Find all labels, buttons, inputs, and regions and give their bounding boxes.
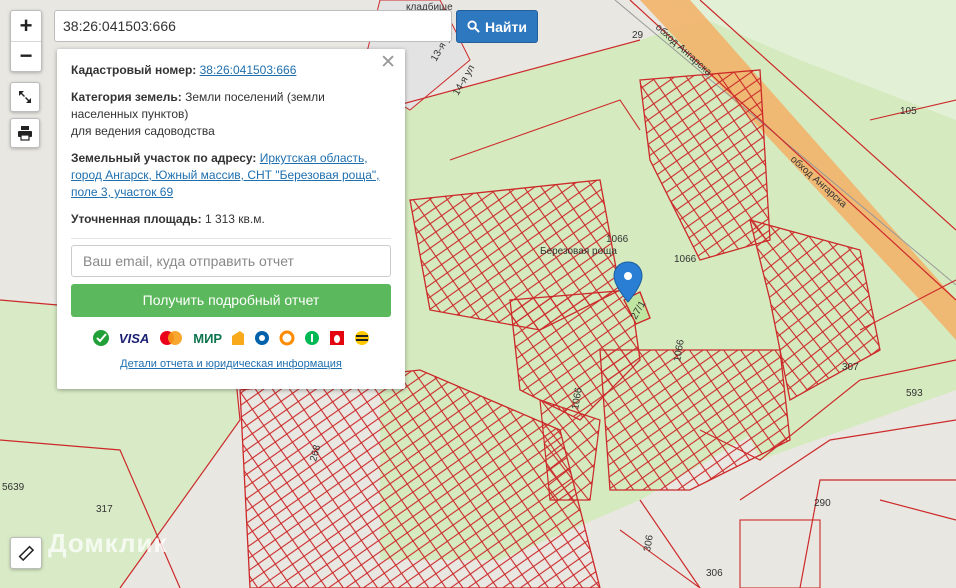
zoom-out-button[interactable]: −: [11, 40, 41, 71]
print-button[interactable]: [10, 118, 40, 148]
search-input[interactable]: 38:26:041503:666: [54, 10, 452, 42]
expand-icon: [19, 91, 31, 103]
parcel-info-panel: ✕ Кадастровый номер: 38:26:041503:666 Ка…: [57, 49, 405, 389]
parcel-number: 593: [906, 388, 923, 399]
category-value: для ведения садоводства: [71, 124, 215, 138]
parcel-number: 29: [632, 30, 644, 41]
category-value: Земли поселений (земли: [185, 90, 325, 104]
beeline-icon: [354, 330, 370, 346]
qiwi-icon: [279, 330, 295, 346]
sberbank-icon: [92, 329, 110, 347]
report-details-link[interactable]: Детали отчета и юридическая информация: [120, 358, 342, 370]
email-field[interactable]: Ваш email, куда отправить отчет: [71, 245, 391, 277]
cadastral-label: Кадастровый номер:: [71, 63, 197, 77]
zoom-in-button[interactable]: +: [11, 12, 41, 41]
area-label: Уточненная площадь:: [71, 212, 202, 226]
megafon-icon: [304, 330, 320, 346]
address-link[interactable]: Иркутская область,: [260, 151, 368, 165]
ruler-icon: [18, 545, 35, 562]
category-label: Категория земель:: [71, 90, 182, 104]
webmoney-icon: [254, 330, 270, 346]
mastercard-icon: [158, 330, 184, 346]
get-report-button[interactable]: Получить подробный отчет: [71, 284, 391, 317]
category-value: населенных пунктов): [71, 107, 189, 121]
printer-icon: [18, 126, 32, 141]
mir-icon: МИР: [193, 330, 223, 346]
mts-icon: [329, 330, 345, 346]
cadastral-number-row: Кадастровый номер: 38:26:041503:666: [71, 62, 391, 79]
parcel-number: 307: [842, 362, 859, 373]
fullscreen-button[interactable]: [10, 82, 40, 112]
cadastral-number-link[interactable]: 38:26:041503:666: [200, 63, 297, 77]
search-button-label: Найти: [485, 18, 527, 35]
search-icon: [467, 20, 480, 33]
search-button[interactable]: Найти: [456, 10, 538, 43]
land-category-row: Категория земель: Земли поселений (земли…: [71, 89, 391, 140]
measure-button[interactable]: [10, 537, 42, 569]
brand-watermark: Домклик: [48, 528, 168, 558]
area-row: Уточненная площадь: 1 313 кв.м.: [71, 211, 391, 228]
parcel-number: 1066: [674, 254, 697, 265]
close-icon[interactable]: ✕: [380, 53, 396, 72]
area-value: 1 313 кв.м.: [204, 212, 265, 226]
address-link[interactable]: город Ангарск, Южный массив, СНТ "Березо…: [71, 168, 380, 182]
parcel-number: 290: [814, 498, 831, 509]
address-row: Земельный участок по адресу: Иркутская о…: [71, 150, 391, 201]
parcel-number: 1066: [606, 234, 629, 245]
parcel-number: 5639: [2, 482, 25, 493]
parcel-number: 306: [706, 568, 723, 579]
divider: [71, 238, 391, 239]
parcel-number: 105: [900, 106, 917, 117]
address-link[interactable]: поле 3, участок 69: [71, 185, 173, 199]
visa-icon: VISA: [118, 330, 150, 346]
yandex-money-icon: [231, 330, 245, 346]
address-label: Земельный участок по адресу:: [71, 151, 257, 165]
area-label: Березовая роща: [540, 246, 617, 257]
parcel-number: 317: [96, 504, 113, 515]
zoom-control: + −: [10, 10, 42, 72]
payment-methods: VISA МИР: [71, 327, 391, 349]
